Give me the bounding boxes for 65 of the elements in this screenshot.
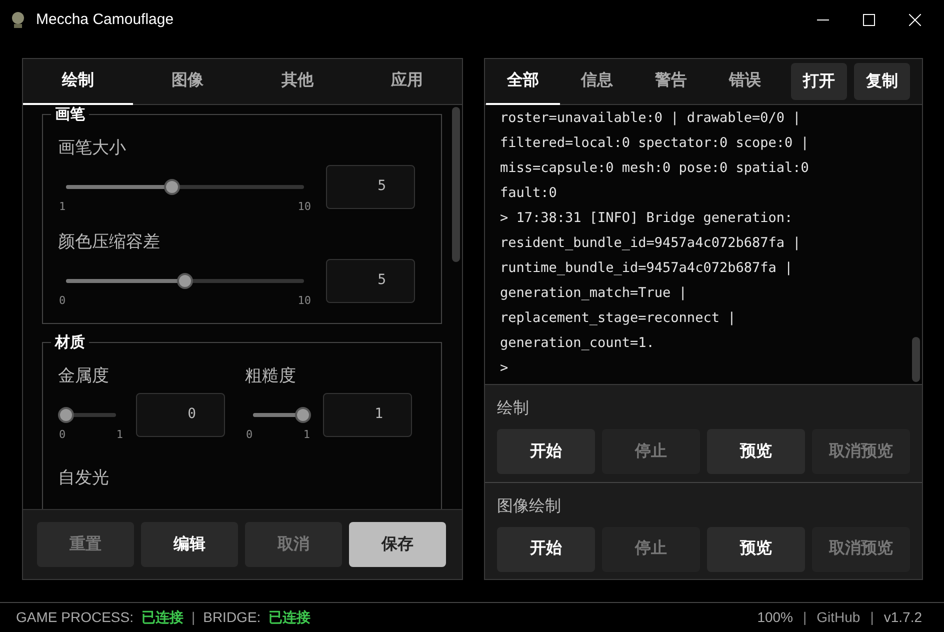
section-title: 绘制 bbox=[497, 398, 530, 419]
separator-text: | bbox=[803, 608, 807, 627]
github-link[interactable]: GitHub bbox=[816, 607, 860, 628]
action-button[interactable]: 复制 bbox=[854, 63, 910, 100]
action-button[interactable]: 编辑 bbox=[141, 522, 238, 567]
log-line: miss=capsule:0 mesh:0 pose:0 spatial:0 bbox=[500, 159, 809, 178]
number-field[interactable]: 5 bbox=[326, 258, 415, 302]
tab[interactable]: 图像 bbox=[132, 59, 242, 105]
action-button[interactable]: 保存 bbox=[349, 522, 446, 567]
action-button[interactable]: 开始 bbox=[497, 526, 595, 572]
slider-thumb[interactable] bbox=[164, 178, 180, 194]
separator-text: | bbox=[191, 608, 196, 627]
tab[interactable]: 应用 bbox=[352, 59, 462, 105]
log-line: filtered=local:0 spectator:0 scope:0 | bbox=[500, 134, 809, 153]
log-line: runtime_bundle_id=9457a4c072b687fa | bbox=[500, 259, 793, 278]
status-value: 已连接 bbox=[268, 608, 311, 627]
log-line: > 17:38:31 [INFO] Bridge generation: bbox=[500, 209, 793, 228]
log-line: replacement_stage=reconnect | bbox=[500, 309, 736, 328]
scrollbar-thumb[interactable] bbox=[912, 337, 920, 382]
status-text: 100% bbox=[757, 608, 793, 627]
min-label: 0 bbox=[246, 426, 253, 442]
tab[interactable]: 错误 bbox=[708, 58, 782, 104]
number-field[interactable]: 1 bbox=[323, 392, 412, 436]
app-icon bbox=[10, 11, 26, 29]
tab[interactable]: 警告 bbox=[634, 58, 708, 104]
tab[interactable]: 信息 bbox=[560, 58, 634, 104]
tab[interactable]: 其他 bbox=[242, 59, 352, 105]
status-text: v1.7.2 bbox=[884, 608, 922, 627]
slider-thumb[interactable] bbox=[295, 406, 311, 422]
log-line: roster=unavailable:0 | drawable=0/0 | bbox=[500, 109, 801, 128]
min-label: 0 bbox=[59, 292, 66, 308]
field-label: 粗糙度 bbox=[245, 365, 297, 387]
log-line: generation_match=True | bbox=[500, 284, 687, 303]
max-label: 1 bbox=[303, 426, 310, 442]
status-value: 已连接 bbox=[141, 608, 184, 627]
section-title: 图像绘制 bbox=[497, 496, 562, 516]
log-line: generation_count=1. bbox=[500, 334, 654, 353]
action-button[interactable]: 开始 bbox=[497, 429, 595, 474]
max-label: 10 bbox=[298, 198, 311, 214]
min-label: 0 bbox=[59, 426, 66, 442]
number-field[interactable]: 5 bbox=[326, 164, 415, 208]
separator-text: | bbox=[870, 608, 874, 627]
action-button[interactable]: 预览 bbox=[707, 526, 805, 572]
field-label: 颜色压缩容差 bbox=[58, 231, 161, 253]
log-line: > bbox=[500, 359, 508, 378]
action-button[interactable]: 打开 bbox=[791, 63, 847, 100]
status-text: GAME PROCESS: bbox=[16, 608, 134, 627]
slider-thumb[interactable] bbox=[177, 272, 193, 288]
slider-thumb[interactable] bbox=[58, 406, 74, 422]
log-line: resident_bundle_id=9457a4c072b687fa | bbox=[500, 234, 801, 253]
field-label: 金属度 bbox=[58, 365, 110, 387]
max-label: 1 bbox=[116, 426, 123, 442]
field-label: 画笔大小 bbox=[58, 137, 127, 159]
action-button[interactable]: 预览 bbox=[707, 429, 805, 474]
log-line: fault:0 bbox=[500, 184, 557, 203]
maximize-icon bbox=[863, 14, 875, 26]
max-label: 10 bbox=[298, 292, 311, 308]
scrollbar-thumb[interactable] bbox=[452, 107, 460, 262]
tab[interactable]: 全部 bbox=[486, 58, 560, 104]
field-label: 自发光 bbox=[58, 467, 110, 489]
number-field[interactable]: 0 bbox=[136, 392, 225, 436]
min-label: 1 bbox=[59, 198, 66, 214]
close-icon bbox=[909, 14, 921, 26]
window-title: Meccha Camouflage bbox=[36, 10, 174, 30]
status-text: BRIDGE: bbox=[203, 608, 261, 627]
